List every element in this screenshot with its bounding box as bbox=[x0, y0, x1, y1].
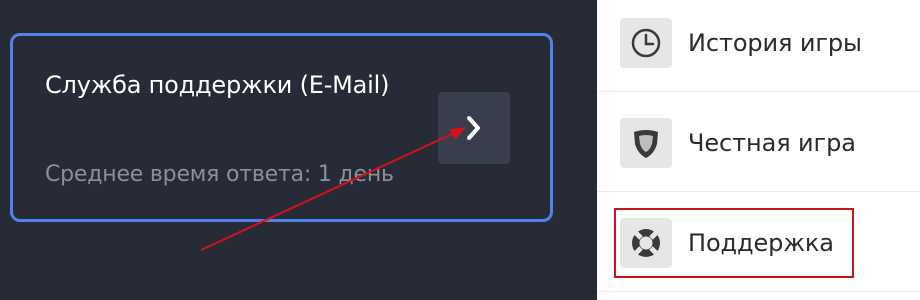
highlight-box bbox=[614, 208, 854, 278]
open-support-button[interactable] bbox=[438, 92, 510, 164]
support-response-time: Среднее время ответа: 1 день bbox=[45, 162, 394, 187]
shield-icon bbox=[620, 117, 672, 168]
menu-item-label: История игры bbox=[688, 28, 862, 57]
menu-item-game-history[interactable]: История игры bbox=[597, 0, 920, 92]
chevron-right-icon bbox=[467, 116, 480, 140]
support-card-title: Служба поддержки (E-Mail) bbox=[45, 71, 390, 99]
clock-icon bbox=[620, 17, 672, 68]
menu-item-fair-play[interactable]: Честная игра bbox=[597, 94, 920, 192]
left-panel: Служба поддержки (E-Mail) Среднее время … bbox=[0, 0, 597, 300]
menu-item-label: Честная игра bbox=[688, 128, 856, 157]
